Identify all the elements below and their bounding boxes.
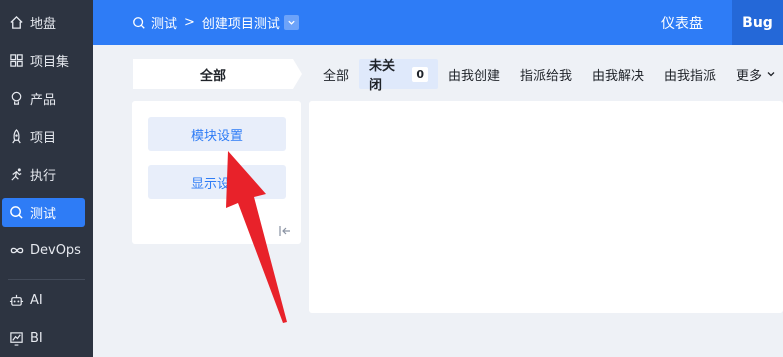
breadcrumb-section[interactable]: 测试 bbox=[151, 13, 177, 32]
home-icon bbox=[8, 14, 25, 31]
rocket-icon bbox=[8, 128, 25, 145]
sidebar-item-label: DevOps bbox=[30, 243, 81, 258]
tab-more[interactable]: 更多 bbox=[736, 59, 776, 89]
robot-icon bbox=[8, 292, 25, 309]
sidebar-item-label: 项目 bbox=[30, 131, 57, 146]
test-icon bbox=[132, 16, 146, 30]
grid-icon bbox=[8, 52, 25, 69]
tab-count-badge: 0 bbox=[412, 66, 428, 82]
tab-unclosed[interactable]: 未关闭 0 bbox=[359, 59, 438, 93]
bulb-icon bbox=[8, 90, 25, 107]
sidebar-divider bbox=[8, 279, 85, 280]
test-icon bbox=[8, 204, 25, 221]
sidebar-item-label: BI bbox=[30, 331, 43, 346]
tab-created-by-me[interactable]: 由我创建 bbox=[448, 59, 500, 89]
breadcrumb-separator: > bbox=[184, 15, 195, 30]
module-settings-button[interactable]: 模块设置 bbox=[148, 117, 286, 151]
sidebar-item-test[interactable]: 测试 bbox=[2, 198, 85, 227]
sidebar: 地盘 项目集 产品 项目 执行 测试 DevOps AI BI bbox=[0, 0, 93, 357]
tab-resolved-by-me[interactable]: 由我解决 bbox=[592, 59, 644, 89]
tab-label: 更多 bbox=[736, 68, 763, 84]
display-settings-button[interactable]: 显示设置 bbox=[148, 165, 286, 199]
sidebar-item-project[interactable]: 项目 bbox=[2, 122, 85, 151]
top-header: 测试 > 创建项目测试 仪表盘 Bug bbox=[93, 0, 783, 45]
chevron-down-icon bbox=[766, 69, 776, 79]
filter-bar: 全部 全部 未关闭 0 由我创建 指派给我 由我解决 由我指派 更多 bbox=[93, 45, 783, 101]
tab-label: 未关闭 bbox=[369, 59, 396, 93]
sidebar-item-label: 测试 bbox=[30, 207, 57, 222]
sidebar-item-dashboard[interactable]: 地盘 bbox=[2, 8, 85, 37]
dashboard-link[interactable]: 仪表盘 bbox=[661, 0, 703, 45]
module-panel: 模块设置 显示设置 bbox=[132, 101, 301, 244]
sidebar-item-label: 地盘 bbox=[30, 17, 57, 32]
sidebar-item-bi[interactable]: BI bbox=[2, 324, 85, 353]
chip-arrow bbox=[293, 59, 302, 89]
sidebar-item-product[interactable]: 产品 bbox=[2, 84, 85, 113]
bug-list-panel bbox=[309, 101, 783, 313]
infinity-icon bbox=[8, 242, 25, 259]
breadcrumb-page[interactable]: 创建项目测试 bbox=[202, 13, 280, 32]
sidebar-item-label: 执行 bbox=[30, 169, 57, 184]
sidebar-item-devops[interactable]: DevOps bbox=[2, 236, 85, 265]
sidebar-item-label: AI bbox=[30, 293, 43, 308]
chart-icon bbox=[8, 330, 25, 347]
sidebar-item-label: 产品 bbox=[30, 93, 57, 108]
tab-assigned-to-me[interactable]: 指派给我 bbox=[520, 59, 572, 89]
chevron-down-icon bbox=[287, 18, 296, 27]
sidebar-item-label: 项目集 bbox=[30, 55, 70, 70]
bug-tab[interactable]: Bug bbox=[732, 0, 783, 45]
sidebar-item-programs[interactable]: 项目集 bbox=[2, 46, 85, 75]
all-modules-chip[interactable]: 全部 bbox=[133, 59, 293, 89]
run-icon bbox=[8, 166, 25, 183]
project-switcher-button[interactable] bbox=[283, 15, 299, 30]
collapse-panel-icon[interactable] bbox=[278, 223, 292, 237]
breadcrumb: 测试 > 创建项目测试 bbox=[132, 0, 299, 45]
tab-all[interactable]: 全部 bbox=[323, 59, 349, 89]
tab-assigned-by-me[interactable]: 由我指派 bbox=[664, 59, 716, 89]
sidebar-item-execution[interactable]: 执行 bbox=[2, 160, 85, 189]
sidebar-item-ai[interactable]: AI bbox=[2, 286, 85, 315]
